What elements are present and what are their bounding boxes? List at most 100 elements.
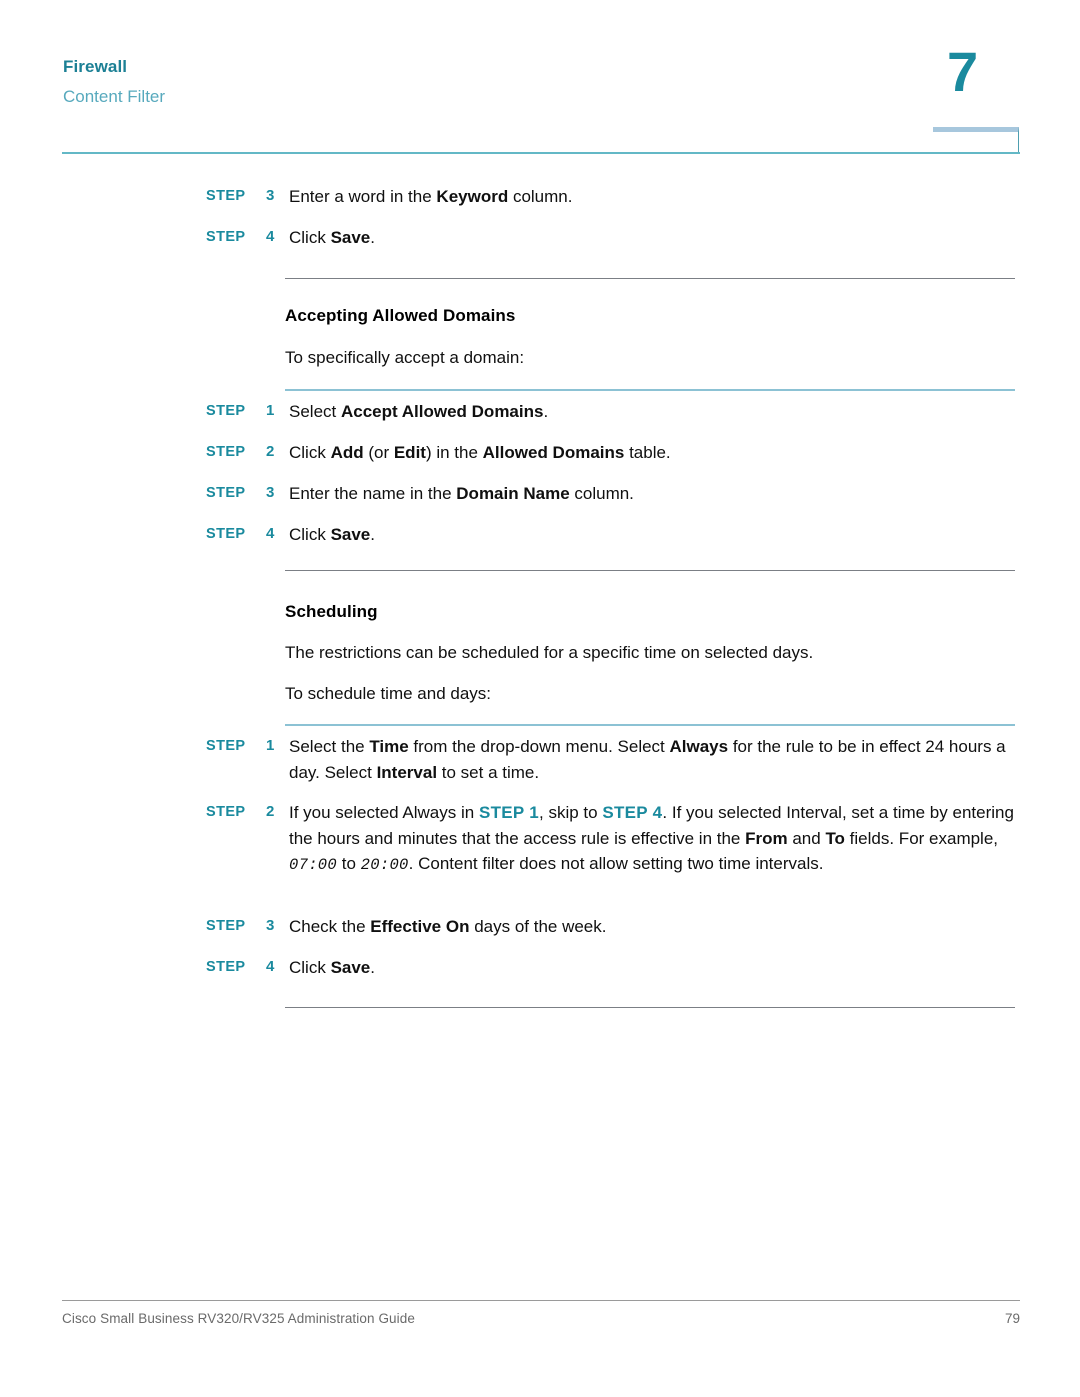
step-label: STEP — [206, 188, 246, 204]
step-label: STEP — [206, 485, 246, 501]
step-label: STEP — [206, 738, 246, 754]
emphasis-text: Save — [330, 228, 371, 247]
step-row: STEP 3 Enter the name in the Domain Name… — [206, 481, 1018, 507]
step-label: STEP — [206, 959, 246, 975]
emphasis-text: Allowed Domains — [482, 443, 625, 462]
code-text: 07:00 — [289, 856, 338, 874]
step-row: STEP 4 Click Save. — [206, 955, 1018, 981]
body-text: to — [337, 854, 361, 873]
step-label: STEP — [206, 229, 246, 245]
emphasis-text: From — [745, 828, 788, 848]
step-row: STEP 1 Select the Time from the drop-dow… — [206, 734, 1018, 785]
step-number: 3 — [266, 917, 275, 934]
steps-divider — [285, 389, 1015, 391]
step-number: 4 — [266, 228, 275, 245]
body-text: Click — [289, 443, 331, 462]
step-text: Check the Effective On days of the week. — [289, 914, 1018, 940]
subsection-intro: To schedule time and days: — [285, 684, 492, 703]
section-title: Content Filter — [63, 87, 166, 107]
step-row: STEP 2 Click Add (or Edit) in the Allowe… — [206, 440, 1018, 466]
step-text: Click Save. — [289, 522, 1018, 548]
body-text: from the drop-down menu. Select — [408, 737, 670, 756]
step-number: 2 — [266, 443, 275, 460]
step-text: Select Accept Allowed Domains. — [289, 399, 1018, 425]
step-number: 3 — [266, 187, 275, 204]
step-crossref[interactable]: STEP 4 — [602, 803, 662, 822]
body-text: Select the — [289, 737, 370, 756]
emphasis-text: Save — [330, 958, 371, 977]
step-text: Enter a word in the Keyword column. — [289, 184, 1018, 210]
code-text: 20:00 — [360, 856, 409, 874]
body-text: column. — [508, 187, 573, 206]
body-text: ) in the — [425, 443, 483, 462]
body-text: days of the week. — [469, 917, 607, 936]
emphasis-text: Effective On — [370, 917, 470, 936]
body-text: Select — [289, 402, 341, 421]
step-text: Select the Time from the drop-down menu.… — [289, 734, 1018, 785]
step-text: Click Save. — [289, 225, 1018, 251]
emphasis-text: Edit — [393, 443, 426, 462]
emphasis-text: Domain Name — [456, 484, 570, 503]
chapter-number: 7 — [947, 40, 978, 103]
header-corner-box — [933, 127, 1019, 154]
body-text: . — [543, 402, 549, 421]
footer-divider — [62, 1300, 1020, 1301]
body-text: table. — [624, 443, 671, 462]
step-label: STEP — [206, 444, 246, 460]
body-text: Enter the name in the — [289, 484, 457, 503]
step-number: 1 — [266, 737, 275, 754]
step-label: STEP — [206, 526, 246, 542]
emphasis-text: Keyword — [436, 187, 509, 206]
section-divider — [285, 570, 1015, 571]
step-row: STEP 4 Click Save. — [206, 225, 1018, 251]
step-number: 4 — [266, 958, 275, 975]
body-text: , skip to — [539, 803, 603, 822]
emphasis-text: Interval — [376, 762, 438, 782]
footer-page-number: 79 — [1004, 1311, 1020, 1326]
step-number: 1 — [266, 402, 275, 419]
step-text: Click Save. — [289, 955, 1018, 981]
subsection-heading: Scheduling — [285, 602, 378, 621]
body-text: If you selected Always in — [289, 803, 479, 822]
step-crossref[interactable]: STEP 1 — [479, 803, 539, 822]
step-number: 4 — [266, 525, 275, 542]
body-text: Click — [289, 958, 331, 977]
emphasis-text: Always — [669, 737, 729, 756]
step-row: STEP 3 Enter a word in the Keyword colum… — [206, 184, 1018, 210]
step-row: STEP 2 If you selected Always in STEP 1,… — [206, 800, 1018, 879]
emphasis-text: Save — [330, 525, 371, 544]
step-row: STEP 3 Check the Effective On days of th… — [206, 914, 1018, 940]
step-label: STEP — [206, 403, 246, 419]
step-number: 3 — [266, 484, 275, 501]
body-text: . — [370, 958, 375, 977]
body-text: Enter a word in the — [289, 187, 437, 206]
step-number: 2 — [266, 803, 275, 820]
steps-divider — [285, 724, 1015, 726]
step-label: STEP — [206, 804, 246, 820]
subsection-intro: The restrictions can be scheduled for a … — [285, 643, 814, 662]
body-text: and — [787, 828, 826, 848]
body-text: (or — [363, 443, 394, 462]
step-text: Enter the name in the Domain Name column… — [289, 481, 1018, 507]
body-text: Click — [289, 228, 331, 247]
emphasis-text: To — [825, 828, 845, 848]
section-divider — [285, 1007, 1015, 1008]
body-text: . Content filter does not allow setting … — [408, 854, 824, 873]
body-text: . — [370, 525, 375, 544]
step-label: STEP — [206, 918, 246, 934]
chapter-title: Firewall — [63, 57, 128, 76]
step-text: Click Add (or Edit) in the Allowed Domai… — [289, 440, 1018, 466]
subsection-heading: Accepting Allowed Domains — [285, 306, 516, 325]
body-text: Click — [289, 525, 331, 544]
page-header: Firewall Content Filter 7 — [0, 0, 1080, 160]
emphasis-text: Time — [369, 737, 409, 756]
header-divider — [62, 152, 1020, 154]
section-divider — [285, 278, 1015, 279]
subsection-intro: To specifically accept a domain: — [285, 348, 525, 367]
step-row: STEP 1 Select Accept Allowed Domains. — [206, 399, 1018, 425]
header-titles: Firewall Content Filter — [63, 56, 165, 108]
body-text: column. — [569, 484, 634, 503]
emphasis-text: Accept Allowed Domains — [340, 402, 544, 421]
document-page: Firewall Content Filter 7 STEP 3 Enter a… — [0, 0, 1080, 1397]
body-text: to set a time. — [437, 762, 540, 782]
